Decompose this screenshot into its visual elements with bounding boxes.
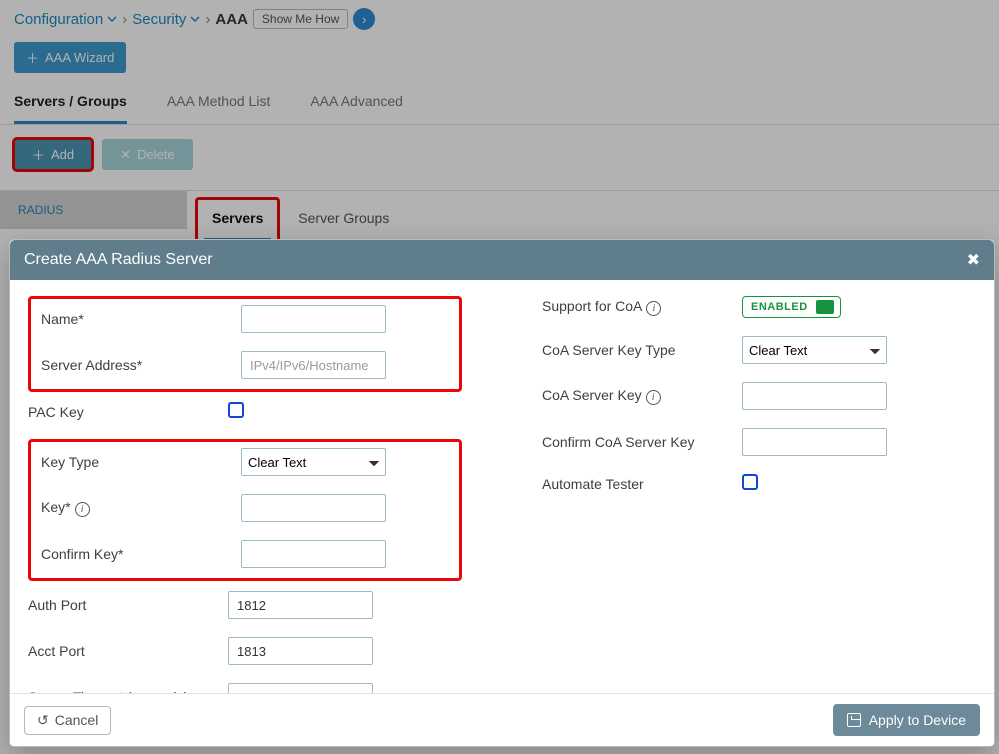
apply-to-device-button[interactable]: Apply to Device bbox=[833, 704, 980, 736]
add-button[interactable]: ＋Add bbox=[14, 139, 92, 170]
info-icon[interactable]: i bbox=[646, 301, 661, 316]
auth-port-field[interactable] bbox=[228, 591, 373, 619]
undo-icon: ↺ bbox=[37, 712, 49, 729]
main-tabs: Servers / Groups AAA Method List AAA Adv… bbox=[0, 83, 999, 125]
confirm-coa-key-label: Confirm CoA Server Key bbox=[542, 434, 742, 450]
coa-key-type-select[interactable]: Clear Text bbox=[742, 336, 887, 364]
save-icon bbox=[847, 713, 861, 727]
form-right-column: Support for CoAi ENABLED CoA Server Key … bbox=[542, 296, 976, 693]
info-icon[interactable]: i bbox=[75, 502, 90, 517]
modal-header: Create AAA Radius Server ✖ bbox=[10, 240, 994, 280]
breadcrumb: Configuration › Security › AAA Show Me H… bbox=[0, 0, 999, 36]
next-arrow-icon[interactable]: › bbox=[353, 8, 375, 30]
chevron-down-icon bbox=[107, 14, 117, 24]
support-coa-toggle[interactable]: ENABLED bbox=[742, 296, 841, 318]
automate-tester-label: Automate Tester bbox=[542, 476, 742, 492]
coa-server-key-field[interactable] bbox=[742, 382, 887, 410]
key-type-select[interactable]: Clear Text bbox=[241, 448, 386, 476]
chevron-right-icon: › bbox=[122, 11, 127, 28]
x-icon: ✕ bbox=[120, 147, 131, 163]
tab-method-list[interactable]: AAA Method List bbox=[167, 83, 271, 124]
modal-title: Create AAA Radius Server bbox=[24, 251, 213, 269]
show-me-how-button[interactable]: Show Me How bbox=[253, 9, 348, 29]
form-left-column: Name* Server Address* PAC Key Key Type C… bbox=[28, 296, 462, 693]
pac-key-label: PAC Key bbox=[28, 404, 228, 420]
highlight-box: Servers bbox=[195, 197, 280, 244]
confirm-coa-key-field[interactable] bbox=[742, 428, 887, 456]
crumb-security[interactable]: Security bbox=[132, 11, 200, 28]
create-radius-server-modal: Create AAA Radius Server ✖ Name* Server … bbox=[9, 239, 995, 747]
key-field[interactable] bbox=[241, 494, 386, 522]
automate-tester-checkbox[interactable] bbox=[742, 474, 758, 490]
highlight-key-section: Key Type Clear Text Key*i Confirm Key* bbox=[28, 439, 462, 581]
name-label: Name* bbox=[41, 311, 241, 327]
auth-port-label: Auth Port bbox=[28, 597, 228, 613]
server-address-label: Server Address* bbox=[41, 357, 241, 373]
server-address-field[interactable] bbox=[241, 351, 386, 379]
key-label: Key*i bbox=[41, 499, 241, 517]
acct-port-field[interactable] bbox=[228, 637, 373, 665]
subtab-server-groups[interactable]: Server Groups bbox=[284, 200, 397, 238]
confirm-key-label: Confirm Key* bbox=[41, 546, 241, 562]
delete-button[interactable]: ✕Delete bbox=[102, 139, 192, 170]
pac-key-checkbox[interactable] bbox=[228, 402, 244, 418]
chevron-right-icon: › bbox=[205, 11, 210, 28]
toolbar: ＋Add ✕Delete bbox=[0, 125, 999, 190]
chevron-down-icon bbox=[190, 14, 200, 24]
tab-advanced[interactable]: AAA Advanced bbox=[310, 83, 403, 124]
key-type-label: Key Type bbox=[41, 454, 241, 470]
aaa-wizard-button[interactable]: ＋AAA Wizard bbox=[14, 42, 126, 73]
modal-footer: ↺Cancel Apply to Device bbox=[10, 693, 994, 746]
close-icon[interactable]: ✖ bbox=[967, 250, 980, 270]
cancel-button[interactable]: ↺Cancel bbox=[24, 706, 111, 735]
confirm-key-field[interactable] bbox=[241, 540, 386, 568]
tab-servers-groups[interactable]: Servers / Groups bbox=[14, 83, 127, 124]
crumb-configuration[interactable]: Configuration bbox=[14, 11, 117, 28]
coa-key-type-label: CoA Server Key Type bbox=[542, 342, 742, 358]
toggle-knob-icon bbox=[816, 300, 834, 314]
acct-port-label: Acct Port bbox=[28, 643, 228, 659]
coa-server-key-label: CoA Server Keyi bbox=[542, 387, 742, 405]
plus-icon: ＋ bbox=[26, 48, 39, 67]
info-icon[interactable]: i bbox=[646, 390, 661, 405]
support-coa-label: Support for CoAi bbox=[542, 298, 742, 316]
crumb-current: AAA bbox=[215, 11, 248, 28]
sidebar-item-radius[interactable]: RADIUS bbox=[0, 191, 187, 229]
subtab-servers[interactable]: Servers bbox=[204, 200, 271, 241]
name-field[interactable] bbox=[241, 305, 386, 333]
server-timeout-field[interactable] bbox=[228, 683, 373, 693]
plus-icon: ＋ bbox=[32, 145, 45, 164]
highlight-name-address: Name* Server Address* bbox=[28, 296, 462, 392]
